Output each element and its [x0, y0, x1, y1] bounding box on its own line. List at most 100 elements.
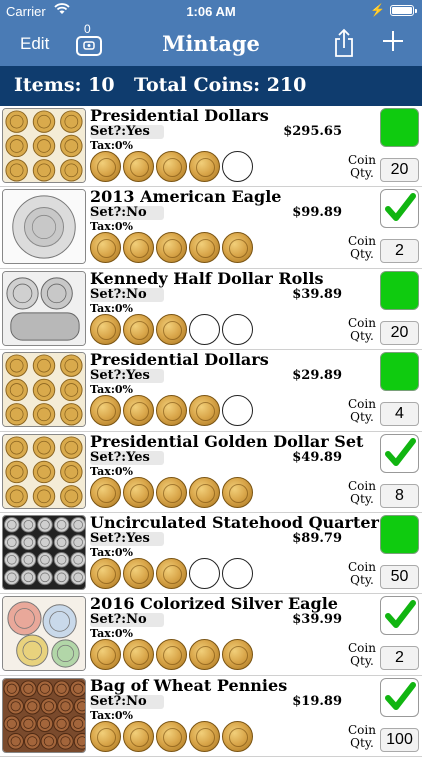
coin-icon — [123, 476, 154, 508]
complete-status-box[interactable] — [380, 270, 419, 310]
coin-qty-field[interactable]: 8 — [380, 483, 419, 508]
coin-icon — [222, 232, 253, 264]
list-item[interactable]: 2016 Colorized Silver Eagle Set?:No Tax:… — [0, 594, 422, 676]
complete-status-box[interactable] — [380, 352, 419, 392]
tax-label: Tax:0% — [90, 627, 133, 641]
coin-icon — [123, 313, 154, 345]
complete-status-box[interactable] — [380, 514, 419, 554]
coin-icon — [189, 720, 220, 752]
coin-qty-label: Coin Qty. — [348, 234, 376, 262]
coin-qty-field[interactable]: 100 — [380, 727, 419, 752]
checkmark-icon[interactable] — [380, 596, 419, 636]
tax-label: Tax:0% — [90, 220, 133, 234]
coin-icon — [156, 151, 187, 182]
tax-label: Tax:0% — [90, 139, 133, 152]
coin-qty-field[interactable]: 2 — [380, 646, 419, 671]
empty-coin-slot-icon — [222, 557, 253, 589]
coin-icon — [189, 639, 220, 671]
plus-icon[interactable] — [382, 26, 404, 58]
coin-qty-field[interactable]: 20 — [380, 320, 419, 345]
coin-icon — [90, 313, 121, 345]
coin-icon — [222, 639, 253, 671]
coin-thumbnail — [2, 514, 86, 590]
coin-thumbnail — [2, 270, 86, 346]
coin-icon — [156, 313, 187, 345]
items-count: Items: 10 — [14, 74, 115, 96]
battery-icon — [390, 5, 417, 16]
share-icon[interactable] — [333, 28, 355, 63]
tax-label: Tax:0% — [90, 545, 133, 559]
list-item[interactable]: Uncirculated Statehood Quarter Set?:Yes … — [0, 512, 422, 595]
coin-icon — [156, 720, 187, 752]
coin-qty-label: Coin Qty. — [348, 722, 376, 750]
page-title: Mintage — [162, 31, 260, 56]
tax-label: Tax:0% — [90, 383, 133, 397]
list-item[interactable]: Kennedy Half Dollar Rolls Set?:No Tax:0%… — [0, 268, 422, 351]
item-price: $89.79 — [292, 530, 342, 546]
item-name: Presidential Dollars — [90, 350, 269, 370]
checkmark-icon[interactable] — [380, 677, 419, 717]
list-item[interactable]: Presidential Dollars Set?:Yes Tax:0% $29… — [0, 350, 422, 432]
list-item[interactable]: 2013 American Eagle Set?:No Tax:0% $99.8… — [0, 187, 422, 269]
coin-icon — [189, 151, 220, 182]
item-price: $39.99 — [292, 612, 342, 628]
coin-qty-label: Coin Qty. — [348, 153, 376, 180]
coin-thumbnail — [2, 189, 86, 265]
set-label: Set?:No — [90, 613, 164, 628]
coin-icon — [156, 639, 187, 671]
coin-icon — [222, 720, 253, 752]
item-price: $29.89 — [292, 368, 342, 384]
checkmark-icon[interactable] — [380, 433, 419, 473]
empty-coin-slot-icon — [222, 313, 253, 345]
coin-qty-field[interactable]: 20 — [380, 158, 419, 182]
coin-icon — [189, 232, 220, 264]
coin-qty-field[interactable]: 2 — [380, 239, 419, 264]
coin-qty-label: Coin Qty. — [348, 315, 376, 343]
set-label: Set?:No — [90, 694, 164, 709]
checkmark-icon[interactable] — [380, 189, 419, 229]
coin-thumbnail — [2, 352, 86, 428]
set-label: Set?:No — [90, 287, 164, 302]
item-name: Presidential Dollars — [90, 106, 269, 125]
coin-icon — [156, 232, 187, 264]
coin-icon — [90, 557, 121, 589]
set-label: Set?:Yes — [90, 531, 164, 546]
coin-icon — [123, 720, 154, 752]
total-coins: Total Coins: 210 — [134, 74, 307, 96]
tax-label: Tax:0% — [90, 464, 133, 478]
item-name: Uncirculated Statehood Quarter — [90, 512, 379, 532]
coin-qty-field[interactable]: 4 — [380, 402, 419, 427]
collection-summary: Items: 10 Total Coins: 210 — [0, 66, 422, 106]
empty-coin-slot-icon — [222, 395, 253, 427]
empty-coin-slot-icon — [189, 313, 220, 345]
status-bar: Carrier 1:06 AM ⚡ — [0, 0, 422, 22]
coin-thumbnail — [2, 596, 86, 672]
coin-icon — [90, 151, 121, 182]
list-item[interactable]: Bag of Wheat Pennies Set?:No Tax:0% $19.… — [0, 675, 422, 757]
charging-icon: ⚡ — [370, 3, 385, 17]
coin-icon — [90, 639, 121, 671]
coin-icon — [90, 720, 121, 752]
list-item[interactable]: Presidential Dollars Set?:Yes Tax:0% $29… — [0, 106, 422, 188]
coin-icon — [123, 557, 154, 589]
coin-icon — [123, 232, 154, 264]
item-price: $19.89 — [292, 693, 342, 709]
list-item[interactable]: Presidential Golden Dollar Set Set?:Yes … — [0, 431, 422, 513]
tax-label: Tax:0% — [90, 301, 133, 315]
coin-icon — [189, 476, 220, 508]
tax-label: Tax:0% — [90, 708, 133, 722]
coin-icon — [90, 395, 121, 427]
item-name: 2013 American Eagle — [90, 187, 282, 207]
coin-thumbnail — [2, 108, 86, 183]
item-name: Bag of Wheat Pennies — [90, 675, 288, 695]
coin-thumbnail — [2, 433, 86, 509]
coin-qty-field[interactable]: 50 — [380, 564, 419, 589]
item-name: Presidential Golden Dollar Set — [90, 431, 364, 451]
item-price: $49.89 — [292, 449, 342, 465]
set-label: Set?:No — [90, 206, 164, 221]
item-name: Kennedy Half Dollar Rolls — [90, 268, 324, 288]
coin-icon — [156, 476, 187, 508]
coin-icon — [123, 639, 154, 671]
coin-icon — [156, 395, 187, 427]
complete-status-box[interactable] — [380, 108, 419, 147]
